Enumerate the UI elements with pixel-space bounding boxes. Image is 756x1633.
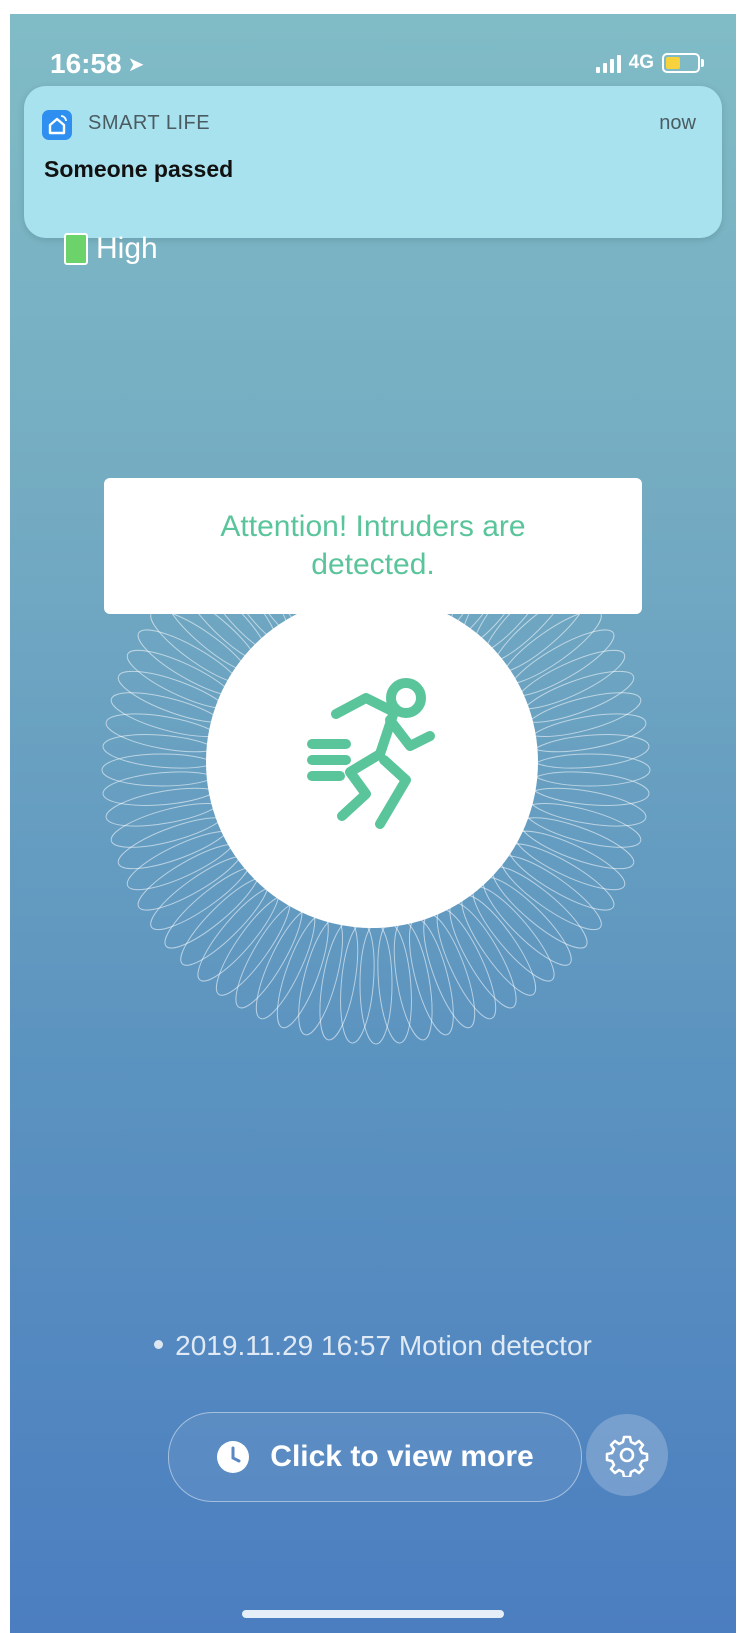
- running-person-icon: [307, 678, 435, 829]
- clock-icon: [217, 1441, 250, 1473]
- cellular-signal-icon: [595, 53, 621, 73]
- sensitivity-indicator: High: [64, 232, 158, 266]
- home-indicator[interactable]: [242, 1610, 504, 1618]
- alert-message: Attention! Intruders are detected.: [220, 510, 526, 581]
- notification-message: Someone passed: [44, 156, 234, 182]
- battery-icon: [662, 53, 704, 73]
- sensitivity-label: High: [96, 232, 158, 265]
- latest-record: 2019.11.29 16:57 Motion detector: [10, 1330, 736, 1362]
- push-notification[interactable]: SMART LIFE now Someone passed: [24, 86, 722, 238]
- notification-time: now: [659, 112, 696, 134]
- location-arrow-icon: ➤: [127, 54, 145, 76]
- app-screen: 16:58 ➤ 4G SMART LIFE now Someone passed …: [10, 14, 736, 1633]
- notification-app-name: SMART LIFE: [88, 112, 211, 134]
- sensitivity-level-icon: [64, 233, 88, 265]
- record-text: 2019.11.29 16:57 Motion detector: [175, 1330, 592, 1361]
- view-more-label: Click to view more: [270, 1440, 534, 1473]
- status-time-group: 16:58 ➤: [50, 48, 144, 80]
- settings-button[interactable]: [586, 1414, 668, 1496]
- record-bullet: [154, 1340, 164, 1349]
- status-right: 4G: [595, 52, 704, 74]
- status-bar: 16:58 ➤ 4G: [10, 48, 736, 88]
- network-type: 4G: [628, 52, 654, 73]
- smart-life-app-icon: [42, 110, 72, 140]
- intruder-alert-tooltip: Attention! Intruders are detected.: [104, 478, 642, 634]
- view-more-button[interactable]: Click to view more: [168, 1412, 582, 1502]
- gear-icon: [605, 1435, 649, 1477]
- status-time: 16:58: [50, 48, 122, 79]
